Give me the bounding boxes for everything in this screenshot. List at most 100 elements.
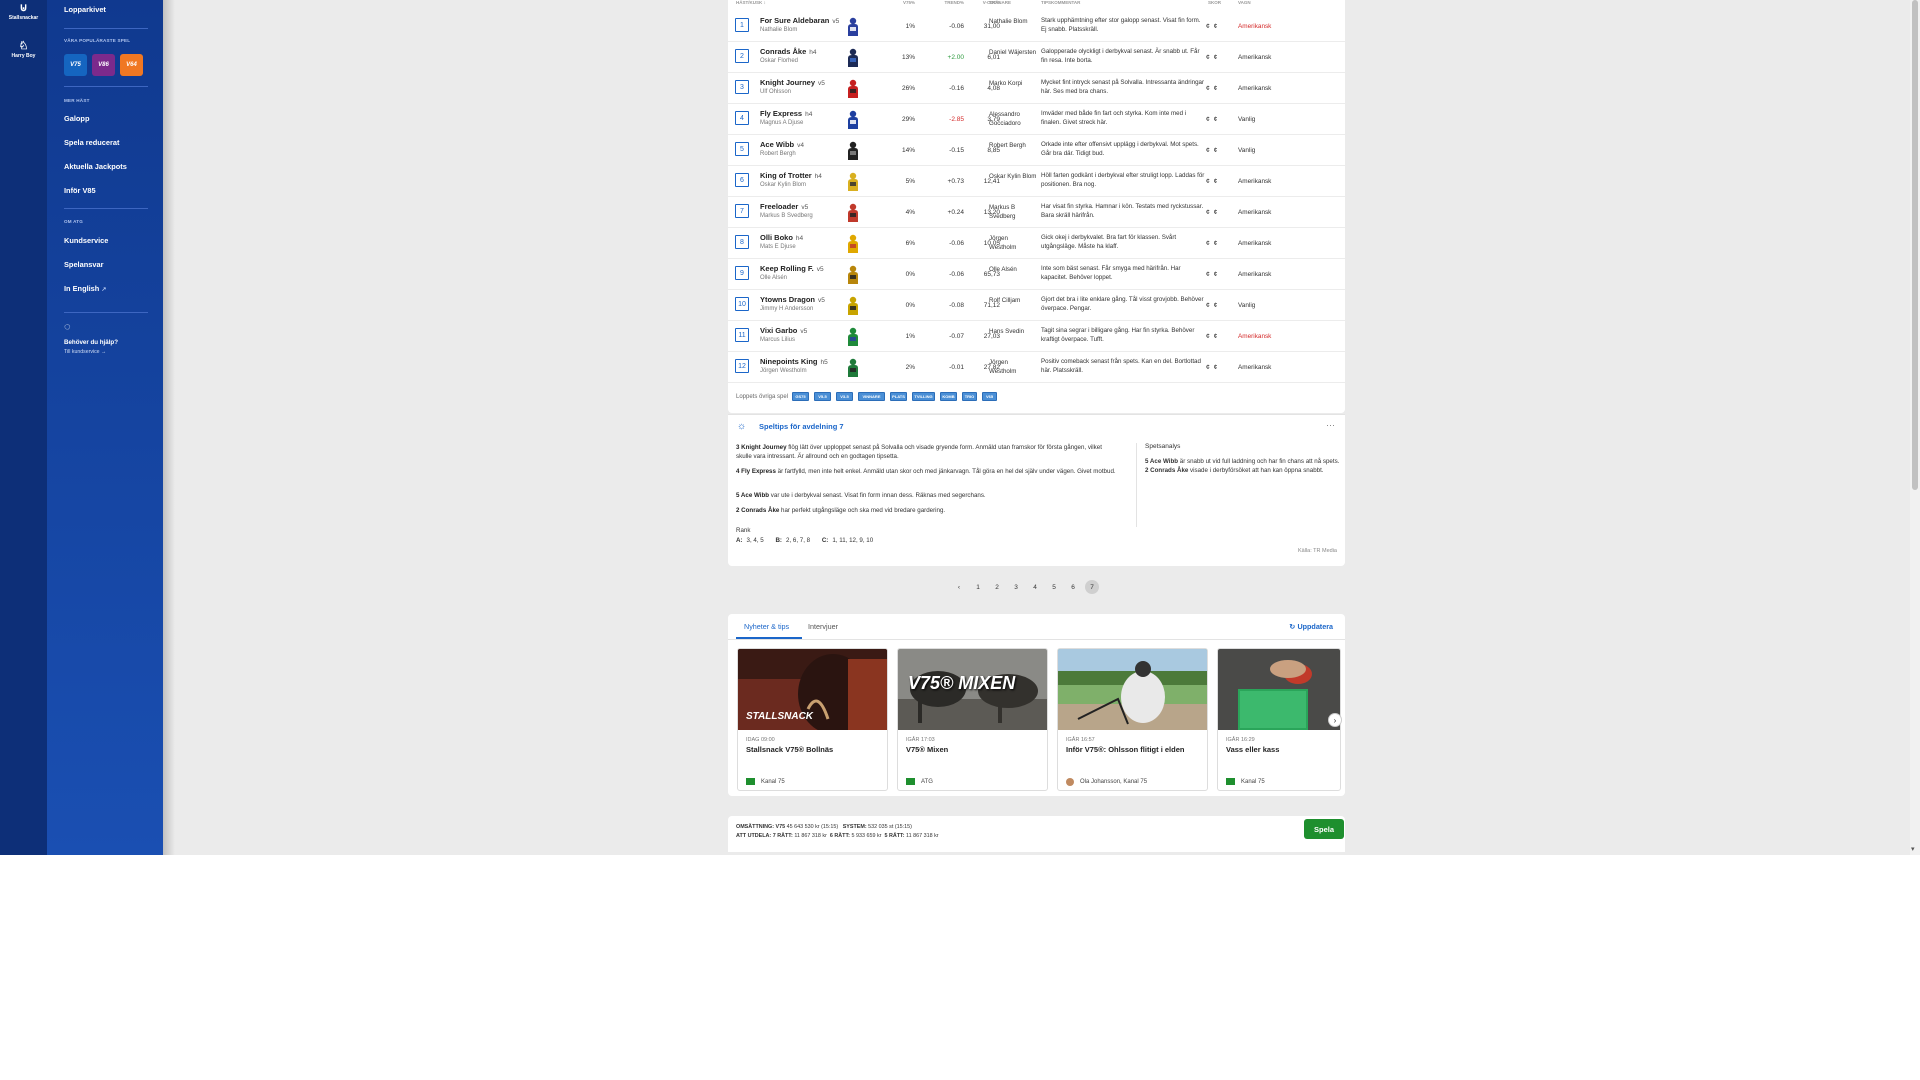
news-card[interactable]: STALLSNACK IDAG 09:00 Stallsnack V75® Bo… bbox=[737, 648, 888, 791]
game-button-v86[interactable]: V86 bbox=[92, 54, 115, 76]
table-row[interactable]: 5 Ace Wibb v4 Robert Bergh 14% -0.15 8,85 Rober… bbox=[728, 135, 1345, 166]
page-button[interactable]: 6 bbox=[1066, 580, 1080, 594]
horse-name[interactable]: Fly Express h4 bbox=[760, 109, 812, 118]
other-game-tag[interactable]: TVILLING bbox=[912, 392, 935, 401]
start-number[interactable]: 12 bbox=[735, 359, 749, 373]
news-card[interactable]: IGÅR 16:57 Inför V75®: Ohlsson flitigt i… bbox=[1057, 648, 1208, 791]
horse-name[interactable]: Ace Wibb v4 bbox=[760, 140, 804, 149]
sidebar-item-kundservice[interactable]: Kundservice bbox=[64, 236, 108, 245]
sidebar-item-spelansvar[interactable]: Spelansvar bbox=[64, 260, 103, 269]
prev-page-button[interactable]: ‹ bbox=[952, 580, 966, 594]
news-card[interactable]: V75® MIXEN IGÅR 17:03 V75® Mixen ATG bbox=[897, 648, 1048, 791]
tab-nyheter-tips[interactable]: Nyheter & tips bbox=[744, 622, 789, 631]
other-game-tag[interactable]: TRIO bbox=[962, 392, 977, 401]
horse-name[interactable]: Ytowns Dragon v5 bbox=[760, 295, 825, 304]
divider bbox=[64, 86, 148, 87]
start-number[interactable]: 9 bbox=[735, 266, 749, 280]
table-row[interactable]: 12 Ninepoints King h5 Jörgen Westholm 2% -0.0… bbox=[728, 352, 1345, 383]
table-row[interactable]: 10 Ytowns Dragon v5 Jimmy H Andersson 0% -0.0… bbox=[728, 290, 1345, 321]
horse-name[interactable]: Keep Rolling F. v5 bbox=[760, 264, 824, 273]
table-row[interactable]: 6 King of Trotter h4 Oskar Kylin Blom 5% +0.7… bbox=[728, 166, 1345, 197]
other-game-tag[interactable]: GS75 bbox=[792, 392, 809, 401]
col-header-pct[interactable]: V75% bbox=[883, 0, 915, 9]
page-button[interactable]: 1 bbox=[971, 580, 985, 594]
sidebar-item-galopp[interactable]: Galopp bbox=[64, 114, 89, 123]
shoes-icon: ¢ ¢ bbox=[1206, 302, 1219, 309]
col-header-cart[interactable]: VAGN bbox=[1238, 0, 1251, 9]
horse-age: v4 bbox=[797, 142, 804, 149]
news-title: Inför V75®: Ohlsson flitigt i elden bbox=[1066, 745, 1185, 754]
horse-name[interactable]: King of Trotter h4 bbox=[760, 171, 822, 180]
chevron-right-icon[interactable]: › bbox=[1328, 713, 1342, 727]
more-options-icon[interactable]: ··· bbox=[1326, 420, 1335, 430]
page-button[interactable]: 2 bbox=[990, 580, 1004, 594]
table-row[interactable]: 1 For Sure Aldebaran v5 Nathalie Blom 1% -0.0… bbox=[728, 11, 1345, 42]
tab-intervjuer[interactable]: Intervjuer bbox=[808, 622, 838, 631]
other-game-tag[interactable]: V65 bbox=[982, 392, 997, 401]
scrollbar-thumb[interactable] bbox=[1912, 0, 1918, 490]
horse-name[interactable]: For Sure Aldebaran v5 bbox=[760, 16, 839, 25]
start-number[interactable]: 10 bbox=[735, 297, 749, 311]
scroll-down-arrow-icon[interactable]: ▾ bbox=[1911, 846, 1915, 854]
start-number[interactable]: 6 bbox=[735, 173, 749, 187]
sidebar-item-jackpots[interactable]: Aktuella Jackpots bbox=[64, 162, 127, 171]
horse-name[interactable]: Knight Journey v5 bbox=[760, 78, 825, 87]
game-button-v64[interactable]: V64 bbox=[120, 54, 143, 76]
other-game-tag[interactable]: V3-5 bbox=[836, 392, 853, 401]
other-game-tag[interactable]: PLATS bbox=[890, 392, 907, 401]
page-button-current[interactable]: 7 bbox=[1085, 580, 1099, 594]
trainer-name: Rolf Cilljam bbox=[989, 297, 1021, 304]
system-label: SYSTEM: bbox=[842, 824, 867, 830]
start-number[interactable]: 1 bbox=[735, 18, 749, 32]
play-button[interactable]: Spela bbox=[1304, 819, 1344, 839]
other-game-tag[interactable]: VINNARE bbox=[858, 392, 885, 401]
start-number[interactable]: 3 bbox=[735, 80, 749, 94]
other-game-tag[interactable]: KOMB bbox=[940, 392, 957, 401]
sidebar-item-infor-v85[interactable]: Inför V85 bbox=[64, 186, 96, 195]
horse-name[interactable]: Olli Boko h4 bbox=[760, 233, 803, 242]
table-row[interactable]: 8 Olli Boko h4 Mats E Djuse 6% -0.06 10,05 Jörg… bbox=[728, 228, 1345, 259]
horse-age: v5 bbox=[800, 328, 808, 335]
horse-name[interactable]: Conrads Åke h4 bbox=[760, 47, 817, 56]
horse-name[interactable]: Freeloader v5 bbox=[760, 202, 808, 211]
start-number[interactable]: 7 bbox=[735, 204, 749, 218]
tip-comment: Mycket fint intryck senast på Solvalla. … bbox=[1041, 79, 1205, 95]
jockey-silk-icon bbox=[848, 265, 858, 284]
help-link[interactable]: Till kundservice → bbox=[64, 349, 106, 355]
game-button-v75[interactable]: V75 bbox=[64, 54, 87, 76]
table-row[interactable]: 9 Keep Rolling F. v5 Olle Alsén 0% -0.06 65,73… bbox=[728, 259, 1345, 290]
start-number[interactable]: 2 bbox=[735, 49, 749, 63]
rail-item-harry-boy[interactable]: ♘ Harry Boy bbox=[0, 40, 47, 59]
tip-comment: Galopperade olyckligt i derbykval senast… bbox=[1041, 48, 1200, 64]
vertical-scrollbar[interactable]: ▾ bbox=[1910, 0, 1920, 855]
v75-percent: 29% bbox=[901, 116, 915, 123]
horse-name[interactable]: Ninepoints King h5 bbox=[760, 357, 828, 366]
page-button[interactable]: 5 bbox=[1047, 580, 1061, 594]
table-row[interactable]: 3 Knight Journey v5 Ulf Ohlsson 26% -0.16 4,08… bbox=[728, 73, 1345, 104]
start-number[interactable]: 5 bbox=[735, 142, 749, 156]
horse-name[interactable]: Vixi Garbo v5 bbox=[760, 326, 807, 335]
table-row[interactable]: 2 Conrads Åke h4 Oskar Florhed 13% +2.00 6,01 D… bbox=[728, 42, 1345, 73]
sidebar-item-in-english[interactable]: In English ↗ bbox=[64, 284, 106, 293]
col-header-horse[interactable]: HÄST/KUSK ↕ bbox=[736, 0, 766, 9]
payout-7-value: 11 867 318 kr bbox=[794, 833, 827, 839]
sidebar-item-lopparkivet[interactable]: Lopparkivet bbox=[64, 5, 106, 14]
table-row[interactable]: 7 Freeloader v5 Markus B Svedberg 4% +0.24 13,… bbox=[728, 197, 1345, 228]
page-button[interactable]: 3 bbox=[1009, 580, 1023, 594]
col-header-shoes[interactable]: SKOR bbox=[1208, 0, 1221, 9]
table-row[interactable]: 4 Fly Express h4 Magnus A Djuse 29% -2.85 3,79… bbox=[728, 104, 1345, 135]
sidebar-item-spela-reducerat[interactable]: Spela reducerat bbox=[64, 138, 119, 147]
news-card[interactable]: IGÅR 16:29 Vass eller kass Kanal 75 bbox=[1217, 648, 1341, 791]
rail-item-stallsnackar[interactable]: ⊍ Stallsnackar bbox=[0, 2, 47, 21]
start-number[interactable]: 8 bbox=[735, 235, 749, 249]
tip-comment: Inte som bäst senast. Får smyga med häri… bbox=[1041, 265, 1181, 281]
other-game-tag[interactable]: V5-5 bbox=[814, 392, 831, 401]
about-atg-heading: OM ATG bbox=[64, 219, 84, 224]
start-number[interactable]: 4 bbox=[735, 111, 749, 125]
col-header-trainer[interactable]: TRÄNARE bbox=[989, 0, 1011, 9]
page-button[interactable]: 4 bbox=[1028, 580, 1042, 594]
start-number[interactable]: 11 bbox=[735, 328, 749, 342]
refresh-button[interactable]: ↻ Uppdatera bbox=[1289, 622, 1333, 631]
col-header-trend[interactable]: TREND% bbox=[928, 0, 964, 9]
table-row[interactable]: 11 Vixi Garbo v5 Marcus Lilius 1% -0.07 27,03 H… bbox=[728, 321, 1345, 352]
